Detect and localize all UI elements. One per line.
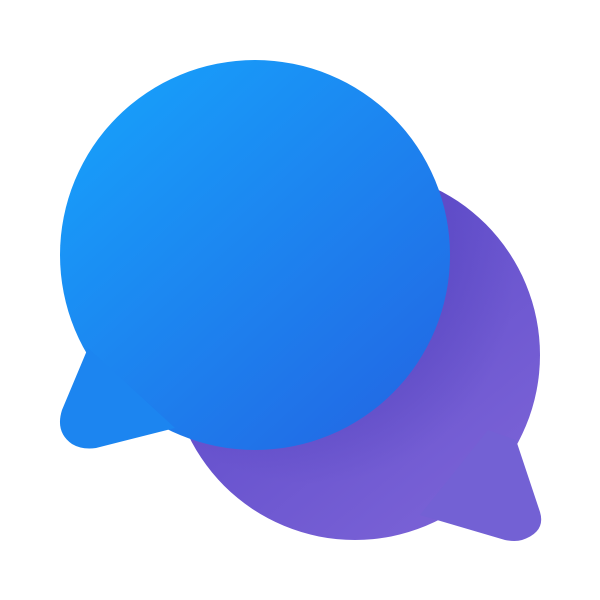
front-chat-bubble — [59, 60, 450, 450]
logo-canvas — [0, 0, 600, 600]
chat-bubbles-icon — [59, 60, 542, 541]
